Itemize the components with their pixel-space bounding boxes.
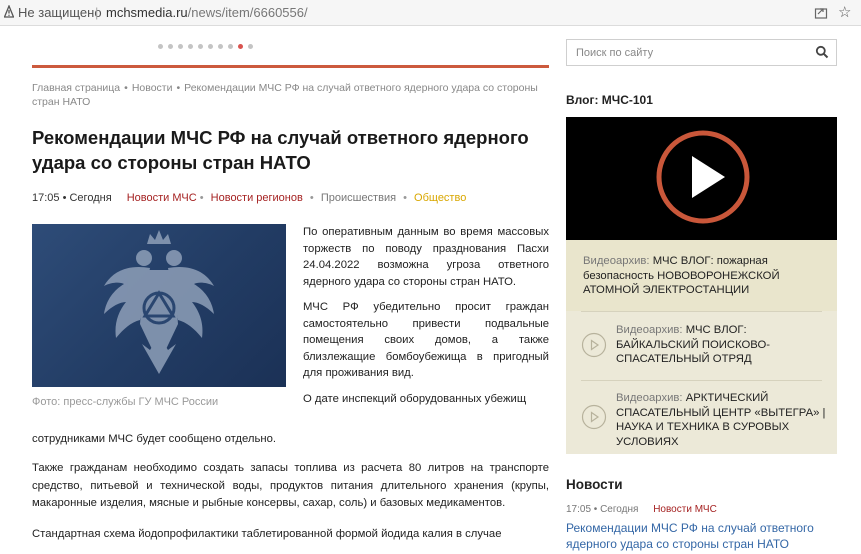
- slider-dot[interactable]: [198, 44, 203, 49]
- slider-dot[interactable]: [188, 44, 193, 49]
- slider-dots[interactable]: [158, 44, 253, 49]
- tag-mchs-news[interactable]: Новости МЧС: [127, 192, 197, 204]
- breadcrumb-news[interactable]: Новости: [132, 82, 173, 94]
- paragraph: По оперативным данным во время массовых …: [303, 226, 549, 288]
- warning-icon[interactable]: [4, 5, 14, 19]
- slider-dot[interactable]: [228, 44, 233, 49]
- video-player[interactable]: [566, 117, 837, 240]
- video-archive-item[interactable]: Видеоархив: МЧС ВЛОГ: пожарная безопасно…: [566, 240, 837, 311]
- tag-bullet: •: [199, 192, 204, 204]
- play-icon[interactable]: [655, 129, 751, 225]
- photo-caption: Фото: пресс-службы ГУ МЧС России: [32, 396, 219, 408]
- article-time: 17:05 • Сегодня: [32, 192, 112, 204]
- slider-dot[interactable]: [208, 44, 213, 49]
- paragraph: сотрудниками МЧС будет сообщено отдельно…: [32, 433, 277, 445]
- url-host: mchsmedia.ru: [106, 5, 188, 20]
- header-divider: [32, 65, 549, 68]
- url-field[interactable]: mchsmedia.ru/news/item/6660556/: [106, 5, 308, 20]
- share-icon[interactable]: [814, 5, 828, 19]
- paragraph: О дате инспекций оборудованных убежищ: [303, 392, 527, 405]
- video-item-text[interactable]: Видеоархив: МЧС ВЛОГ: пожарная безопасно…: [583, 254, 828, 298]
- paragraph: МЧС РФ убедительно просит граждан самост…: [303, 301, 549, 379]
- site-search[interactable]: [566, 39, 837, 66]
- news-category[interactable]: Новости МЧС: [653, 504, 717, 515]
- tag-bullet: •: [309, 192, 314, 204]
- search-input[interactable]: [567, 40, 797, 65]
- breadcrumb: Главная страница • Новости • Рекомендации МЧ…: [32, 81, 547, 109]
- play-circle-icon[interactable]: [581, 332, 607, 358]
- video-item-text[interactable]: Видеоархив: АРКТИЧЕСКИЙ СПАСАТЕЛЬНЫЙ ЦЕН…: [616, 391, 826, 449]
- browser-address-bar: Не защищено | mchsmedia.ru/news/item/666…: [0, 0, 861, 26]
- slider-dot[interactable]: [248, 44, 253, 49]
- news-meta: 17:05 • Сегодня Новости МЧС: [566, 504, 717, 515]
- article-photo: [32, 224, 286, 387]
- url-separator: |: [95, 5, 99, 20]
- bookmark-star-icon[interactable]: ☆: [838, 3, 851, 21]
- tag-regional-news[interactable]: Новости регионов: [211, 192, 303, 204]
- slider-dot[interactable]: [168, 44, 173, 49]
- article-side-text: По оперативным данным во время массовых …: [303, 224, 549, 407]
- slider-dot[interactable]: [178, 44, 183, 49]
- slider-dot[interactable]: [218, 44, 223, 49]
- tag-bullet: •: [403, 192, 407, 204]
- breadcrumb-bullet: •: [176, 82, 181, 94]
- vlog-heading: Влог: МЧС-101: [566, 93, 653, 107]
- article-meta: 17:05 • Сегодня Новости МЧС • Новости ре…: [32, 192, 466, 204]
- video-archive-item[interactable]: Видеоархив: АРКТИЧЕСКИЙ СПАСАТЕЛЬНЫЙ ЦЕН…: [566, 380, 837, 454]
- breadcrumb-bullet: •: [124, 82, 128, 94]
- video-archive-item[interactable]: Видеоархив: МЧС ВЛОГ: БАЙКАЛЬСКИЙ ПОИСКО…: [566, 311, 837, 380]
- slider-dot[interactable]: [158, 44, 163, 49]
- video-item-text[interactable]: Видеоархив: МЧС ВЛОГ: БАЙКАЛЬСКИЙ ПОИСКО…: [616, 323, 826, 367]
- tag-society[interactable]: Общество: [414, 192, 466, 204]
- news-headline-link[interactable]: Рекомендации МЧС РФ на случай ответного …: [566, 520, 836, 552]
- mchs-emblem-icon: [104, 230, 214, 374]
- slider-dot[interactable]: [238, 44, 243, 49]
- play-circle-icon[interactable]: [581, 404, 607, 430]
- url-path: /news/item/6660556/: [187, 5, 308, 20]
- news-time: 17:05 • Сегодня: [566, 504, 639, 515]
- paragraph: Также гражданам необходимо создать запас…: [32, 462, 549, 509]
- news-heading: Новости: [566, 477, 623, 492]
- search-icon[interactable]: [815, 45, 829, 59]
- video-item-label: Видеоархив:: [616, 324, 683, 336]
- security-status[interactable]: Не защищено: [18, 5, 102, 20]
- paragraph: Стандартная схема йодопрофилактики табле…: [32, 528, 502, 540]
- video-item-label: Видеоархив:: [616, 392, 683, 404]
- tag-incidents[interactable]: Происшествия: [321, 192, 396, 204]
- article-title: Рекомендации МЧС РФ на случай ответного …: [32, 127, 529, 173]
- breadcrumb-home[interactable]: Главная страница: [32, 82, 120, 94]
- video-item-label: Видеоархив:: [583, 255, 650, 267]
